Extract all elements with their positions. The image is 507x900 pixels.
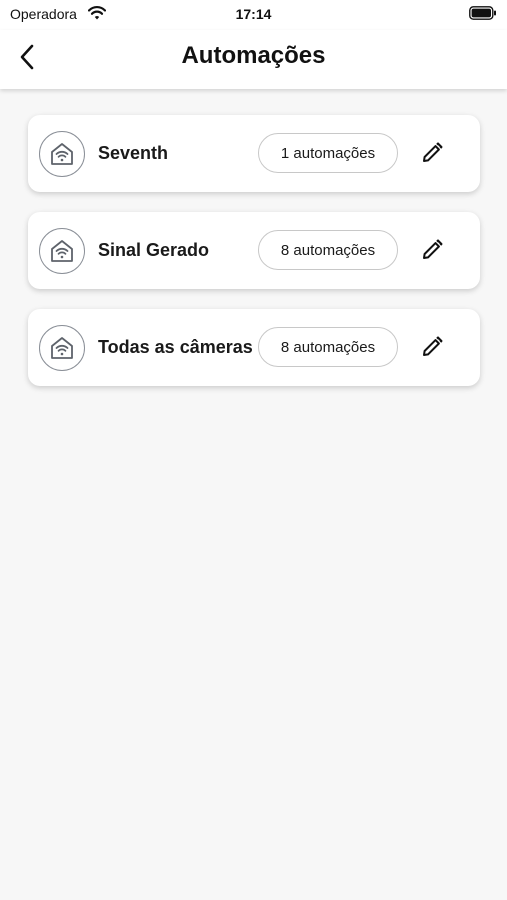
automation-count-button[interactable]: 8 automações — [258, 230, 398, 270]
automation-group-card[interactable]: Sinal Gerado 8 automações — [28, 212, 480, 289]
group-name: Seventh — [98, 143, 169, 163]
status-bar: Operadora 17:14 — [0, 0, 507, 30]
edit-button[interactable] — [418, 139, 446, 167]
automation-count-button[interactable]: 1 automações — [258, 133, 398, 173]
page-title: Automações — [181, 42, 326, 69]
group-name: Sinal Gerado — [98, 240, 210, 260]
pencil-icon — [423, 142, 443, 162]
status-time: 17:14 — [235, 6, 272, 22]
smart-home-icon — [39, 228, 85, 274]
edit-button[interactable] — [418, 333, 446, 361]
battery-icon — [469, 6, 496, 20]
edit-button[interactable] — [418, 236, 446, 264]
smart-home-icon — [39, 131, 85, 177]
automation-group-card[interactable]: Seventh 1 automações — [28, 115, 480, 192]
automation-count-button[interactable]: 8 automações — [258, 327, 398, 367]
app-header: Automações — [0, 30, 507, 89]
pencil-icon — [423, 239, 443, 259]
group-name: Todas as câmeras — [98, 337, 253, 357]
pencil-icon — [423, 336, 443, 356]
smart-home-icon — [39, 325, 85, 371]
automation-group-card[interactable]: Todas as câmeras 8 automações — [28, 309, 480, 386]
automation-group-list: Seventh 1 automações Sinal Gerado 8 auto… — [28, 115, 480, 406]
